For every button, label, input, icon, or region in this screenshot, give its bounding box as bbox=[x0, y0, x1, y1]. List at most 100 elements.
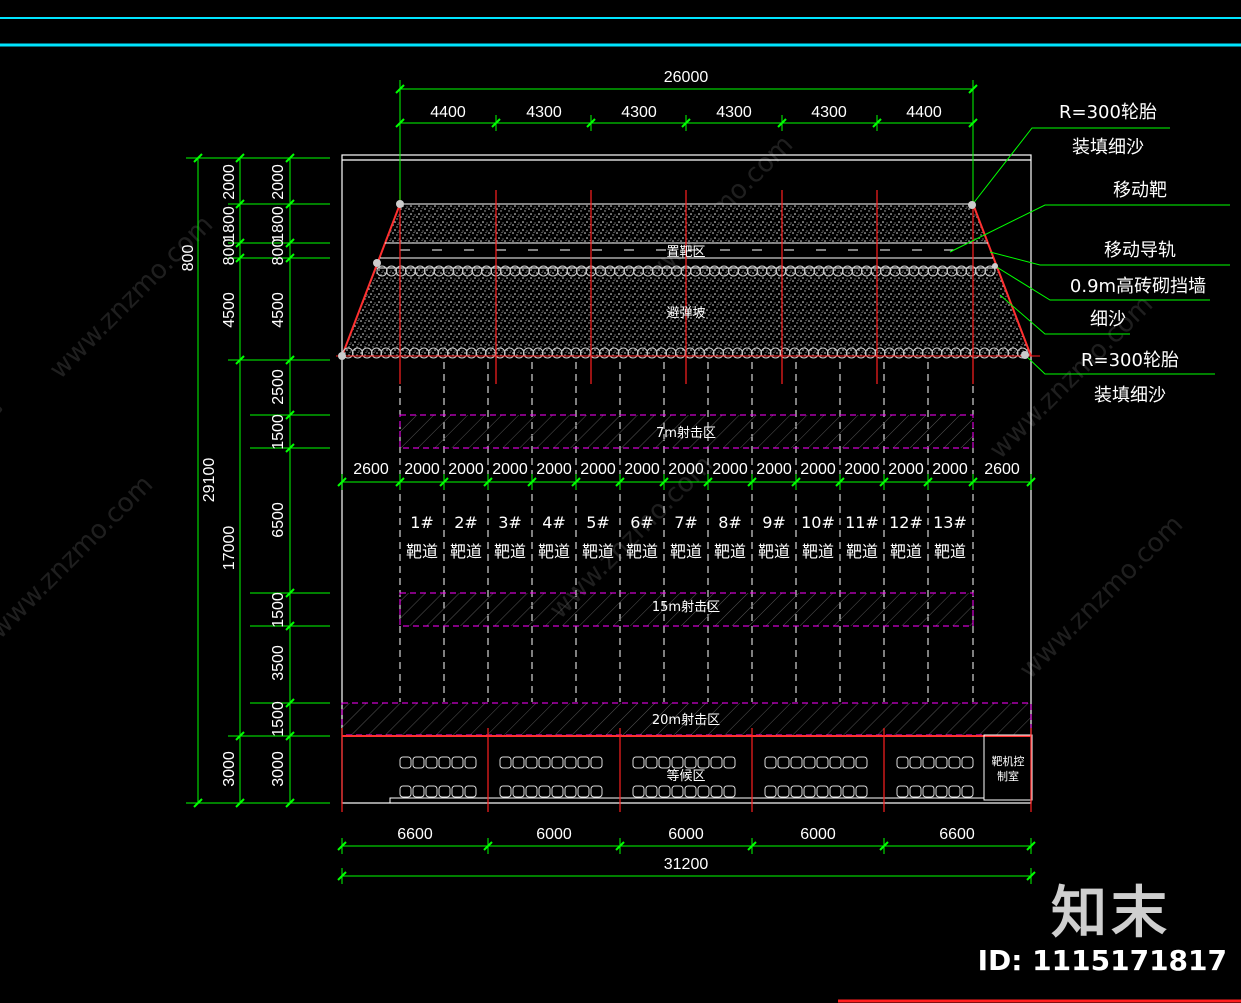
watermark-text-2: www.znzmo.com bbox=[0, 470, 159, 645]
seat bbox=[723, 756, 736, 769]
seat bbox=[464, 785, 477, 798]
dim-left-inner: 2500 bbox=[270, 369, 287, 405]
dim-left-overall: 29100 bbox=[201, 458, 218, 503]
lane-name: 靶道 bbox=[758, 542, 790, 561]
lane-number: 8# bbox=[718, 513, 742, 532]
seat bbox=[896, 756, 909, 769]
lane-name: 靶道 bbox=[802, 542, 834, 561]
dim-lane: 2000 bbox=[712, 461, 748, 478]
dim-left-inner: 1800 bbox=[270, 206, 287, 242]
seat bbox=[658, 756, 671, 769]
dim-left-outer: 3000 bbox=[221, 751, 238, 787]
dim-lane: 2000 bbox=[492, 461, 528, 478]
seat bbox=[723, 785, 736, 798]
seat bbox=[564, 756, 577, 769]
lane-name: 靶道 bbox=[714, 542, 746, 561]
dim-top-seg: 4300 bbox=[716, 104, 752, 121]
control-room-line1: 靶机控 bbox=[992, 754, 1025, 768]
seat bbox=[632, 756, 645, 769]
seat bbox=[464, 756, 477, 769]
seat bbox=[499, 756, 512, 769]
dim-bottom-seg: 6600 bbox=[939, 826, 975, 843]
annotation-wall: 0.9m高砖砌挡墙 bbox=[1070, 276, 1206, 297]
seat bbox=[658, 785, 671, 798]
seat bbox=[842, 785, 855, 798]
header-bars bbox=[0, 17, 1241, 47]
lane-name: 靶道 bbox=[538, 542, 570, 561]
control-room-line2: 制室 bbox=[997, 769, 1019, 783]
lane-number: 4# bbox=[542, 513, 566, 532]
dim-lane: 2000 bbox=[800, 461, 836, 478]
seat bbox=[577, 756, 590, 769]
seat bbox=[399, 785, 412, 798]
zone-waiting: 等候区 bbox=[666, 768, 705, 784]
lane-name: 靶道 bbox=[494, 542, 526, 561]
zone-berm: 避弹坡 bbox=[666, 306, 705, 321]
seat bbox=[645, 756, 658, 769]
watermark-text: www.znzmo.com bbox=[44, 210, 219, 385]
seat bbox=[790, 785, 803, 798]
seat bbox=[909, 756, 922, 769]
dim-top-seg: 4400 bbox=[430, 104, 466, 121]
dim-left-inner: 4500 bbox=[270, 292, 287, 328]
dim-top-seg: 4300 bbox=[621, 104, 657, 121]
dim-lane: 2000 bbox=[536, 461, 572, 478]
seat bbox=[425, 756, 438, 769]
seat bbox=[590, 756, 603, 769]
seat bbox=[499, 785, 512, 798]
seat bbox=[577, 785, 590, 798]
document-id: ID: 1115171817 bbox=[977, 944, 1227, 977]
zone-20m-label: 20m射击区 bbox=[652, 712, 720, 728]
seat bbox=[438, 785, 451, 798]
seat bbox=[564, 785, 577, 798]
dim-left-inner: 800 bbox=[270, 239, 287, 266]
seat bbox=[948, 756, 961, 769]
lane-name: 靶道 bbox=[890, 542, 922, 561]
watermark-text-5: www.znzmo.com bbox=[1014, 510, 1189, 685]
seat bbox=[632, 785, 645, 798]
dim-left-inner: 3500 bbox=[270, 645, 287, 681]
dim-lane: 2000 bbox=[404, 461, 440, 478]
dim-lane: 2600 bbox=[353, 461, 389, 478]
seat bbox=[777, 785, 790, 798]
lane-dimensions: 2600 2000 2000 2000 2000 2000 2000 2000 … bbox=[353, 461, 1020, 478]
seat bbox=[935, 756, 948, 769]
zone-15m-label: 15m射击区 bbox=[652, 599, 720, 615]
seat bbox=[710, 785, 723, 798]
lane-lines bbox=[399, 362, 974, 702]
annotation-sand-top: 装填细沙 bbox=[1072, 137, 1144, 158]
seat bbox=[816, 756, 829, 769]
dim-bottom-seg: 6600 bbox=[397, 826, 433, 843]
seat bbox=[896, 785, 909, 798]
dim-left-inner: 1500 bbox=[270, 592, 287, 628]
seat bbox=[525, 785, 538, 798]
lane-name: 靶道 bbox=[626, 542, 658, 561]
seat bbox=[645, 785, 658, 798]
dim-top-overall: 26000 bbox=[664, 69, 709, 86]
dim-lane: 2000 bbox=[756, 461, 792, 478]
dim-top-seg: 4300 bbox=[811, 104, 847, 121]
left-dimensions: 29100 800 2000 1800 800 4500 17000 3000 … bbox=[180, 164, 287, 787]
dim-top-seg: 4400 bbox=[906, 104, 942, 121]
lane-number: 7# bbox=[674, 513, 698, 532]
seat bbox=[438, 756, 451, 769]
seat bbox=[803, 756, 816, 769]
seat bbox=[764, 756, 777, 769]
seat bbox=[425, 785, 438, 798]
seat bbox=[935, 785, 948, 798]
dim-bottom-seg: 6000 bbox=[536, 826, 572, 843]
seat bbox=[790, 756, 803, 769]
dim-lane: 2000 bbox=[844, 461, 880, 478]
seat bbox=[842, 756, 855, 769]
seat bbox=[948, 785, 961, 798]
seat bbox=[710, 756, 723, 769]
annotation-tire-top: R=300轮胎 bbox=[1059, 102, 1157, 123]
dim-lane: 2000 bbox=[580, 461, 616, 478]
seat bbox=[538, 756, 551, 769]
dim-lane: 2000 bbox=[888, 461, 924, 478]
dim-bottom-seg: 6000 bbox=[668, 826, 704, 843]
seat bbox=[512, 756, 525, 769]
dim-left-inner: 1500 bbox=[270, 414, 287, 450]
seat bbox=[961, 756, 974, 769]
seat bbox=[671, 756, 684, 769]
